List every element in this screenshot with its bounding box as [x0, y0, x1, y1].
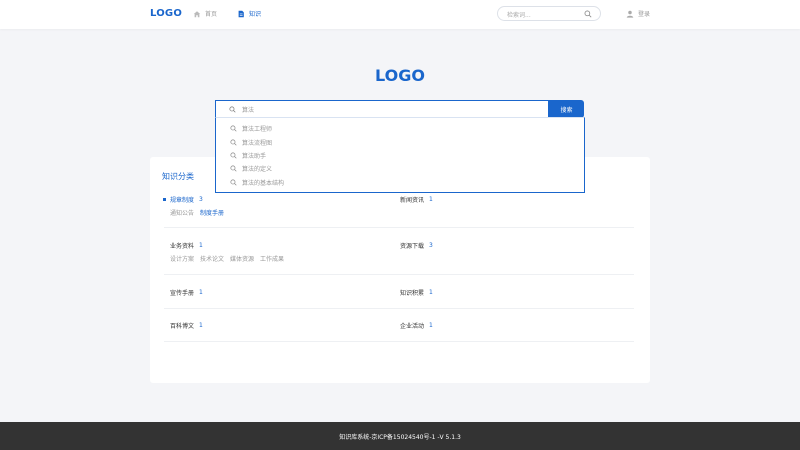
hero-logo: LOGO [375, 66, 425, 85]
category-item[interactable]: 规章制度 3 [170, 195, 203, 204]
footer-text: 知识库系统-京ICP备15024540号-1 -V 5.1.3 [339, 433, 461, 441]
nav-knowledge[interactable]: 知识 [237, 9, 261, 18]
main-search-input[interactable]: 算法 [215, 100, 549, 118]
suggestion-item[interactable]: 算法的基本结构 [230, 178, 284, 187]
category-item[interactable]: 百科博文 1 [170, 321, 203, 330]
search-button[interactable]: 搜索 [549, 100, 584, 118]
search-icon [230, 165, 237, 172]
category-item[interactable]: 业务资料 1 [170, 241, 203, 250]
divider [164, 308, 634, 309]
user-icon [626, 10, 634, 18]
suggestion-item[interactable]: 算法流程图 [230, 138, 272, 147]
search-icon [230, 139, 237, 146]
header-search-input[interactable]: 检索词... [497, 6, 601, 21]
category-item[interactable]: 知识积累 1 [400, 288, 433, 297]
main-search-value: 算法 [242, 107, 255, 114]
login-label: 登录 [638, 11, 651, 18]
subcategory-item[interactable]: 工作成果 [260, 254, 284, 263]
header-logo[interactable]: LOGO [150, 8, 182, 19]
search-icon [230, 179, 237, 186]
category-item[interactable]: 新闻资讯 1 [400, 195, 433, 204]
main-search: 算法 搜索 [215, 100, 584, 118]
search-suggestions: 算法工程师 算法流程图 算法助手 算法的定义 算法的基本结构 [215, 117, 585, 193]
search-icon [230, 152, 237, 159]
suggestion-item[interactable]: 算法工程师 [230, 124, 272, 133]
subcategory-item[interactable]: 媒体资源 [230, 254, 254, 263]
search-icon [230, 125, 237, 132]
nav-knowledge-label: 知识 [249, 11, 262, 18]
top-bar: LOGO 首页 知识 检索词... 登录 [0, 0, 800, 29]
header-search-placeholder: 检索词... [507, 12, 531, 19]
category-item[interactable]: 宣传手册 1 [170, 288, 203, 297]
subcategory-item[interactable]: 通知公告 [170, 208, 194, 217]
subcategory-list: 通知公告 制度手册 [170, 208, 224, 217]
nav-home[interactable]: 首页 [193, 9, 217, 18]
category-item[interactable]: 资源下载 3 [400, 241, 433, 250]
category-item[interactable]: 企业活动 1 [400, 321, 433, 330]
home-icon [193, 10, 201, 17]
subcategory-item[interactable]: 设计方案 [170, 254, 194, 263]
divider [164, 341, 634, 342]
subcategory-item[interactable]: 技术论文 [200, 254, 224, 263]
nav-home-label: 首页 [205, 11, 218, 18]
divider [164, 227, 634, 228]
search-icon [229, 106, 236, 113]
subcategory-item[interactable]: 制度手册 [200, 208, 224, 217]
active-bullet [163, 198, 166, 201]
suggestion-item[interactable]: 算法的定义 [230, 164, 272, 173]
login-link[interactable]: 登录 [626, 9, 650, 18]
suggestion-item[interactable]: 算法助手 [230, 151, 266, 160]
subcategory-list: 设计方案 技术论文 媒体资源 工作成果 [170, 254, 284, 263]
search-icon[interactable] [584, 10, 592, 18]
footer: 知识库系统-京ICP备15024540号-1 -V 5.1.3 [0, 422, 800, 450]
category-title: 知识分类 [162, 172, 194, 181]
document-icon [238, 10, 244, 17]
divider [164, 274, 634, 275]
